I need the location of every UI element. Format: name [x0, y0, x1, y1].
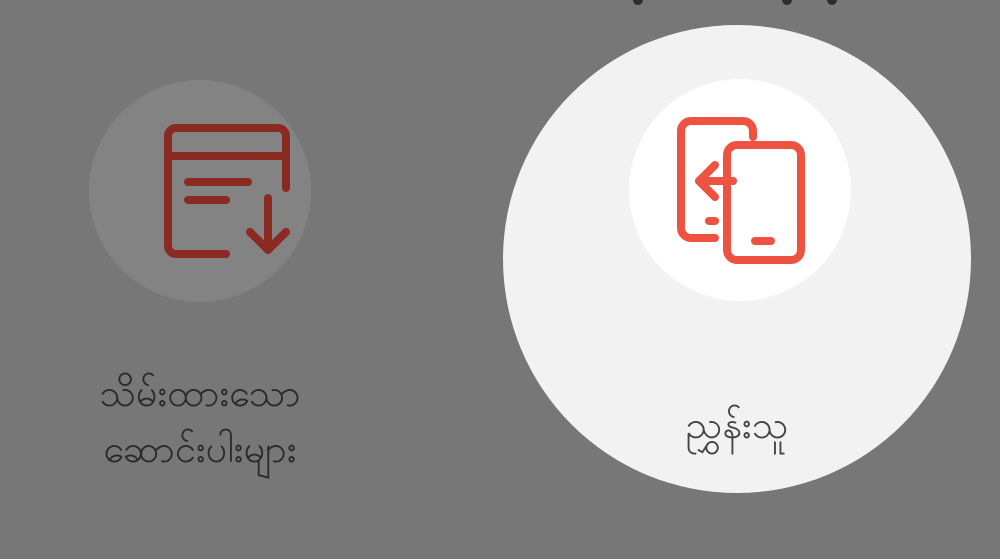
top-cutoff-text: [0, 0, 1000, 8]
saved-articles-option[interactable]: သိမ်းထားသော ဆောင်းပါးများ: [60, 80, 340, 480]
cutoff-glyph: [827, 0, 837, 5]
saved-articles-label-line2: ဆောင်းပါးများ: [103, 427, 297, 471]
phone-transfer-icon: [671, 115, 811, 269]
cutoff-glyph: [633, 0, 643, 5]
cutoff-glyph: [782, 0, 792, 5]
saved-articles-icon-circle: [89, 80, 311, 302]
phone-transfer-option[interactable]: ညွှန်းသူ: [503, 25, 971, 493]
saved-articles-label: သိမ်းထားသော ဆောင်းပါးများ: [60, 365, 340, 477]
saved-articles-label-line1: သိမ်းထားသော: [99, 371, 301, 415]
phone-transfer-icon-circle: [629, 79, 851, 301]
saved-articles-download-icon: [160, 122, 300, 266]
phone-transfer-label: ညွှန်းသူ: [685, 403, 789, 447]
